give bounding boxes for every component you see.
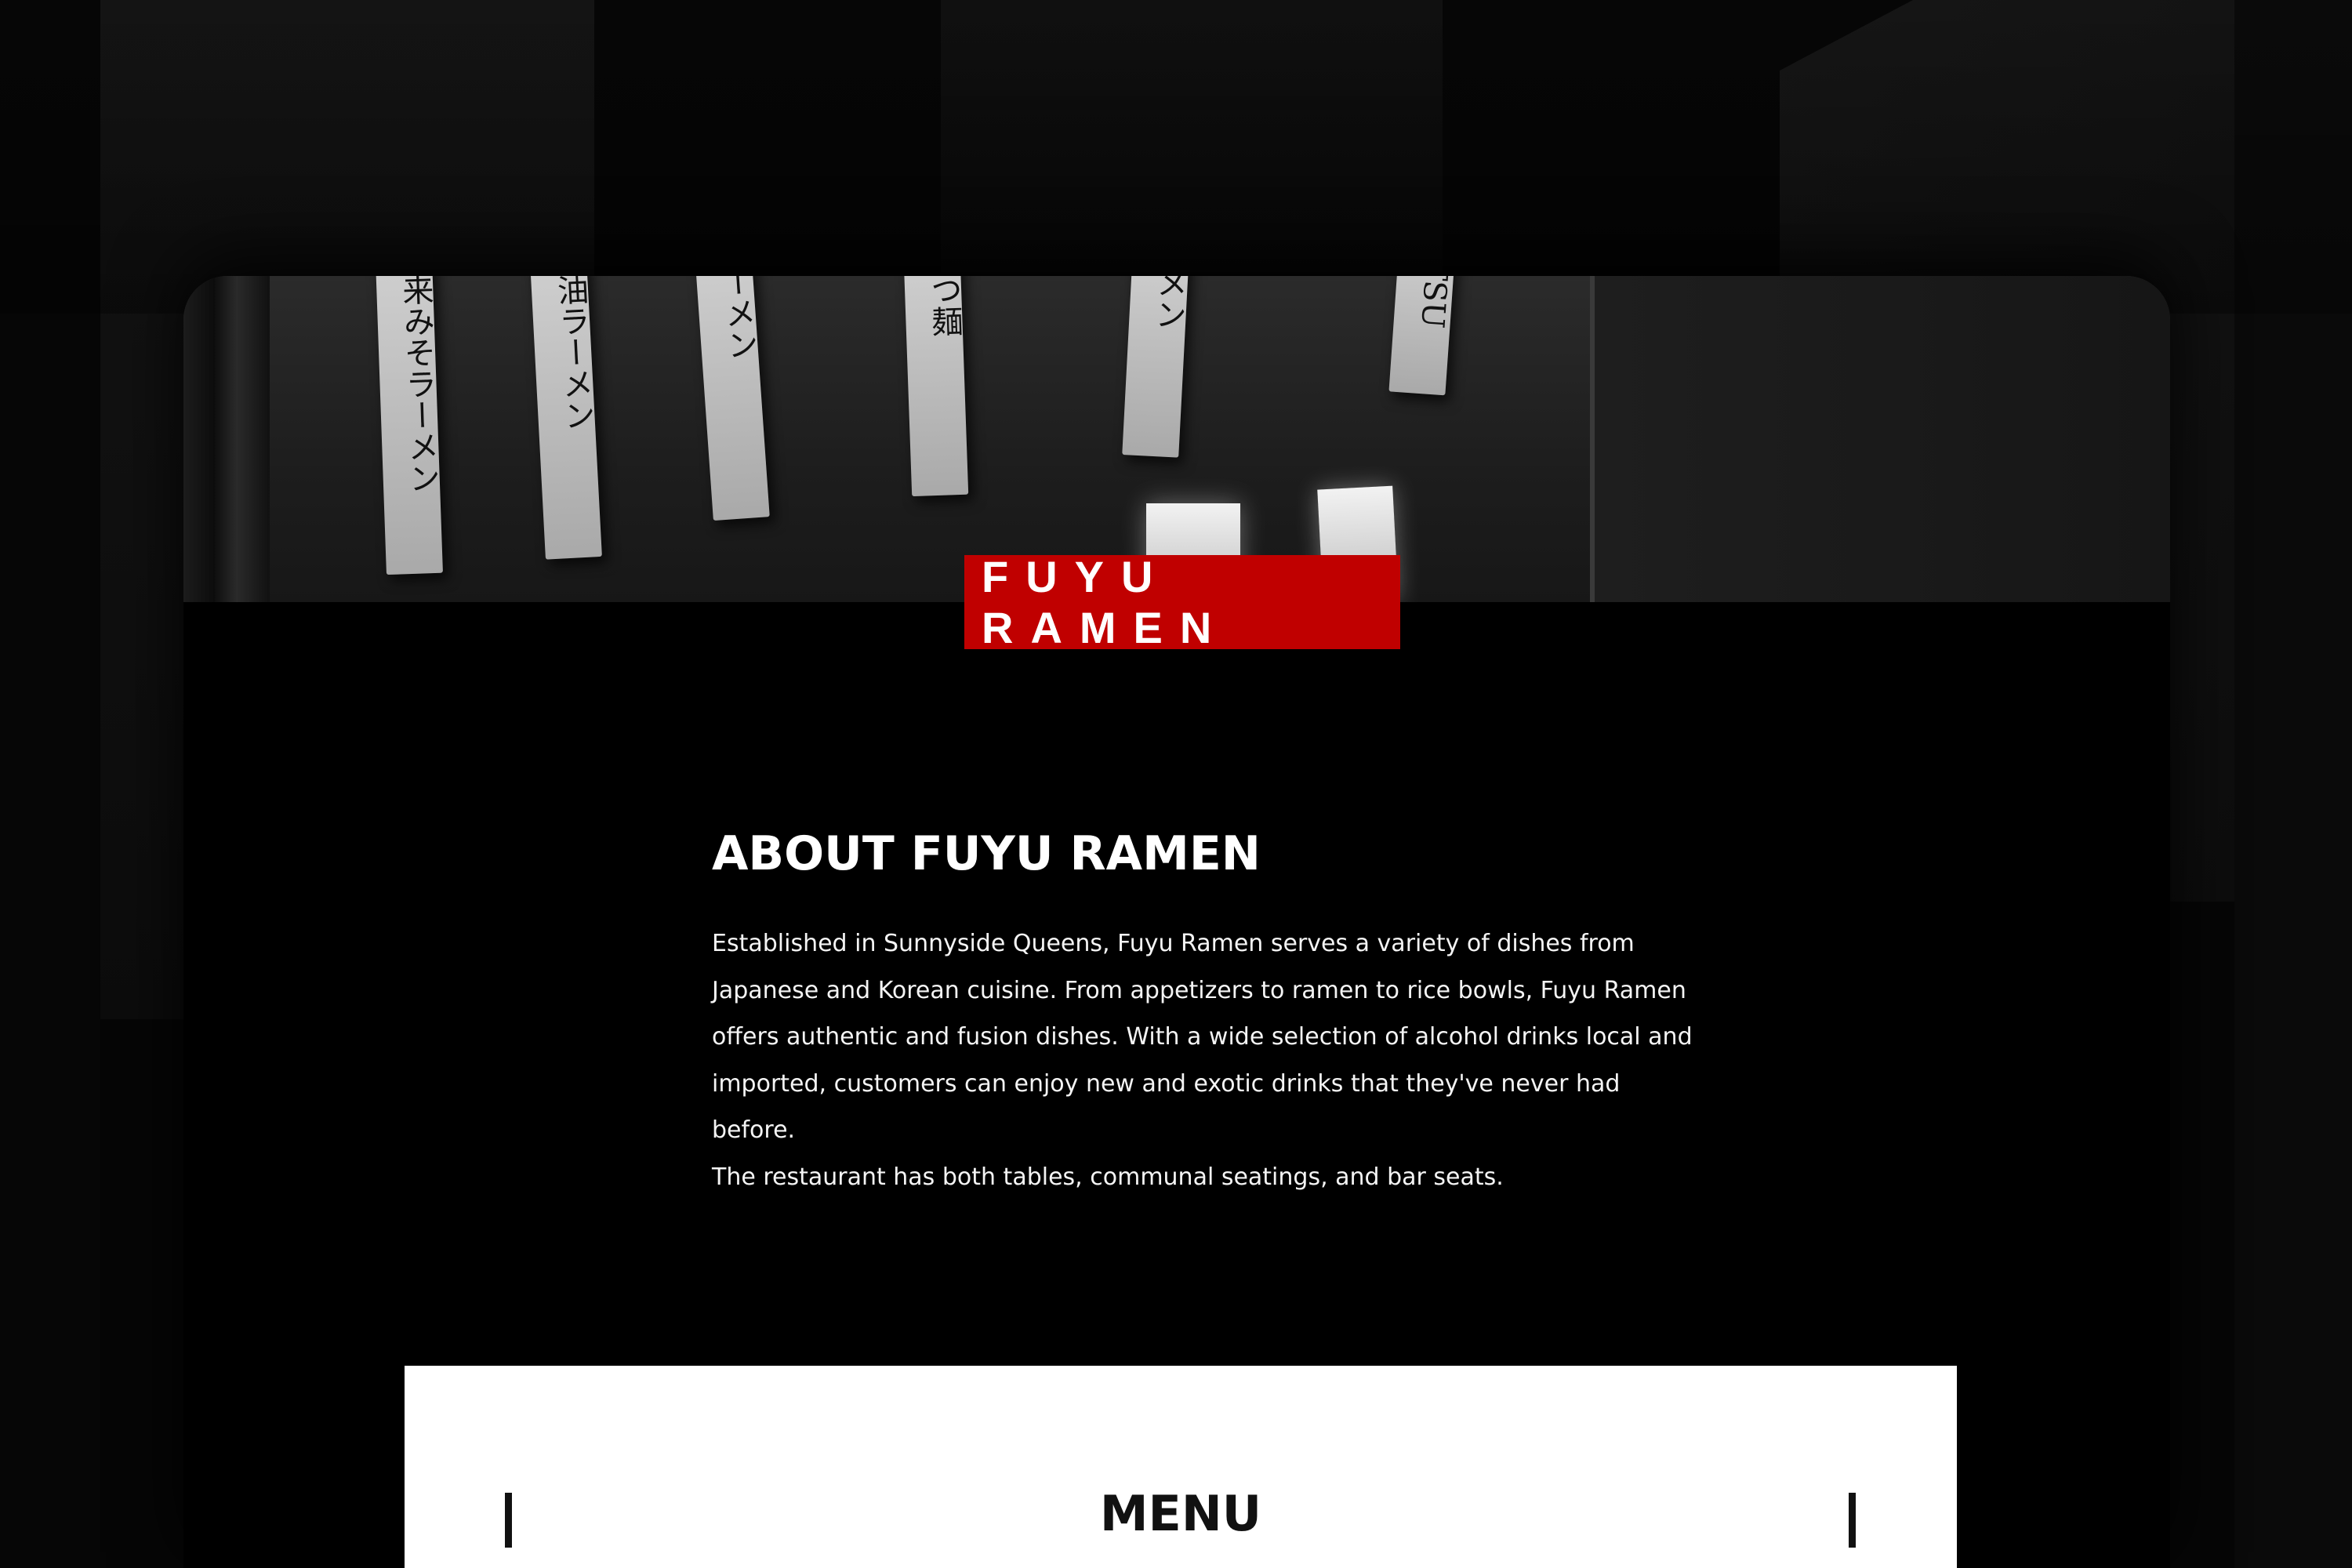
- menu-heading: MENU: [1099, 1485, 1262, 1542]
- menu-section: MENU: [405, 1366, 1957, 1568]
- menu-sign-text: ーメン: [716, 276, 759, 361]
- menu-sign: 来みそラーメン: [376, 276, 443, 575]
- menu-sign: つ麺: [903, 276, 969, 497]
- backdrop-fade: [0, 0, 2352, 314]
- menu-sign-text: メン: [1149, 276, 1189, 331]
- about-line: offers authentic and fusion dishes. With…: [712, 1023, 1693, 1051]
- menu-sign: メン: [1122, 276, 1189, 458]
- about-line: The restaurant has both tables, communal…: [712, 1163, 1504, 1191]
- about-line: imported, customers can enjoy new and ex…: [712, 1069, 1621, 1145]
- menu-sign-text: 来みそラーメン: [396, 276, 441, 495]
- brand-logo[interactable]: FUYU RAMEN: [964, 552, 1400, 652]
- menu-sign: TSU: [1388, 276, 1456, 396]
- menu-sign: ーメン: [695, 276, 770, 521]
- hero-wall: [1595, 276, 2170, 602]
- menu-sign-text: TSU: [1414, 276, 1455, 330]
- about-line: Established in Sunnyside Queens, Fuyu Ra…: [712, 930, 1635, 957]
- website-mockup: 来みそラーメン 油ラーメン ーメン つ麺 メン TSU FUYU RAMEN A…: [183, 276, 2170, 1568]
- about-section: ABOUT FUYU RAMEN Established in Sunnysid…: [712, 826, 1700, 1200]
- about-heading: ABOUT FUYU RAMEN: [712, 826, 1261, 881]
- menu-sign-text: つ麺: [924, 276, 964, 338]
- hero-pipe: [215, 276, 270, 602]
- hero-pipe: [183, 276, 215, 602]
- menu-sign: 油ラーメン: [530, 276, 602, 560]
- about-line: Japanese and Korean cuisine. From appeti…: [712, 976, 1686, 1004]
- menu-divider-right: [1849, 1493, 1856, 1548]
- presentation-stage: 来みそラーメン 油ラーメン ーメン つ麺 メン TSU FUYU RAMEN A…: [0, 0, 2352, 1568]
- about-body: Established in Sunnyside Queens, Fuyu Ra…: [712, 920, 1700, 1200]
- menu-sign-text: 油ラーメン: [551, 276, 596, 432]
